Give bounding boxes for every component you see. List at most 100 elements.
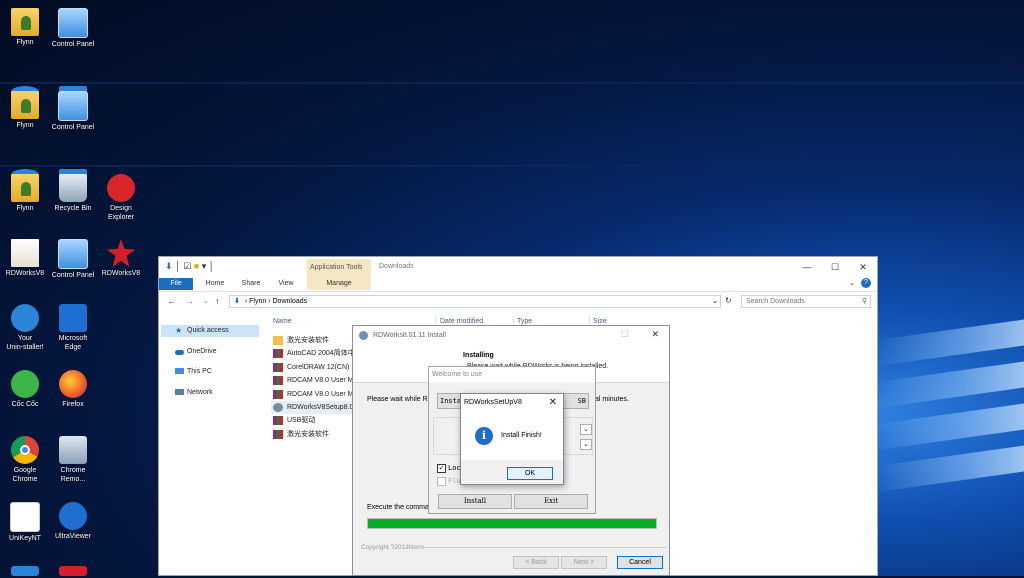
close-button[interactable]: ✕ [849, 259, 877, 275]
coc-coc-icon [11, 370, 39, 398]
breadcrumb-downloads[interactable]: Downloads [273, 298, 308, 305]
usb-option-button[interactable]: SB [561, 393, 589, 409]
address-dropdown-icon[interactable]: ⌄ [712, 296, 718, 307]
desktop-icon-control-panel[interactable]: Control Panel [48, 239, 98, 280]
setup-icon [273, 403, 283, 412]
ok-button[interactable]: OK [507, 467, 553, 480]
folder-icon: ■ [193, 261, 200, 271]
install-button[interactable]: Install [438, 494, 512, 509]
desktop-icon-flynn[interactable]: Flynn [0, 8, 50, 47]
wallpaper-beam [874, 361, 1024, 409]
flush-checkbox-label: Flu [448, 477, 461, 485]
user-folder-icon [11, 8, 39, 36]
chevron-right-icon: › [268, 298, 271, 305]
lock-checkbox-label: Loc [448, 464, 461, 472]
search-input[interactable]: Search Downloads ⚲ [741, 295, 871, 308]
nav-quick-access[interactable]: ★ Quick access [161, 325, 259, 337]
desktop-icon-chrome-remote[interactable]: Chrome Remo... [48, 436, 98, 484]
minimize-button[interactable]: — [793, 259, 821, 275]
help-icon[interactable]: ? [861, 278, 871, 288]
installer-body-text-end: al minutes. [595, 396, 629, 403]
desktop-icon-ultraviewer[interactable]: UltraViewer [48, 502, 98, 541]
column-header-type[interactable]: Type [517, 318, 532, 325]
forward-arrow-icon[interactable]: → [185, 296, 194, 306]
exit-button[interactable]: Exit [514, 494, 588, 509]
window-title: Downloads [379, 263, 414, 270]
unikey-icon [10, 502, 40, 532]
nav-network[interactable]: Network [173, 387, 213, 399]
up-arrow-icon[interactable]: ↑ [215, 296, 220, 306]
column-header-name[interactable]: Name [273, 318, 292, 325]
desktop-icon-edge[interactable]: Microsoft Edge [48, 304, 98, 352]
rdworks-star-icon [107, 239, 135, 267]
tab-share[interactable]: Share [237, 278, 265, 290]
cloud-icon [175, 350, 184, 355]
expand-ribbon-icon[interactable]: ⌄ [847, 278, 857, 290]
desktop-icon-control-panel[interactable]: Control Panel [48, 8, 98, 49]
computer-icon [175, 368, 184, 374]
wallpaper-beam [874, 445, 1024, 493]
desktop-icon-coc-coc[interactable]: Cốc Cốc [0, 370, 50, 409]
address-bar[interactable]: ⬇ › Flynn › Downloads ⌄ [229, 295, 721, 308]
quick-access-toolbar[interactable]: ⬇ │ ☑ ■ ▾ │ [165, 261, 214, 272]
desktop-icon-flynn[interactable]: Flynn [0, 91, 50, 130]
control-panel-icon [58, 91, 88, 121]
nav-this-pc[interactable]: This PC [173, 366, 212, 378]
lock-checkbox[interactable]: ✓ [437, 464, 446, 473]
messagebox-title: RDWorksSetUpV8 [464, 399, 522, 406]
desktop-icon-rdworks-app[interactable]: RDWorksV8 [96, 239, 146, 278]
firefox-icon [59, 370, 87, 398]
chevron-right-icon: › [244, 298, 248, 305]
desktop-icon-design-explorer[interactable]: Design Explorer [96, 174, 146, 222]
close-icon[interactable]: ✕ [549, 397, 557, 408]
desktop-icon-rdworks[interactable]: RDWorksV8 [0, 239, 50, 278]
welcome-title: Welcome to use [432, 371, 483, 378]
nav-onedrive[interactable]: OneDrive [173, 346, 217, 358]
navigation-pane: ★ Quick access OneDrive This PC Network [159, 313, 267, 577]
tab-file[interactable]: File [159, 278, 193, 290]
explorer-titlebar: ⬇ │ ☑ ■ ▾ │ Application Tools Downloads … [159, 257, 877, 289]
tab-home[interactable]: Home [201, 278, 229, 290]
dropdown-icon[interactable]: ⌄ [580, 439, 592, 450]
uninstaller-icon [11, 304, 39, 332]
user-folder-icon [11, 91, 39, 119]
dropdown-icon[interactable]: ⌄ [580, 424, 592, 435]
install-finish-messagebox: RDWorksSetUpV8 ✕ i Install Finish! OK [460, 393, 564, 485]
archive-icon [273, 363, 283, 372]
column-header-size[interactable]: Size [593, 318, 607, 325]
installer-body-text: Please wait while RD [367, 396, 433, 403]
column-header-date[interactable]: Date modified [440, 318, 483, 325]
tab-manage[interactable]: Manage [309, 278, 369, 290]
breadcrumb-flynn[interactable]: Flynn [249, 298, 266, 305]
desktop-icon-control-panel[interactable]: Control Panel [48, 91, 98, 132]
installer-title: RDWorks8.01.11 Install [373, 332, 446, 339]
messagebox-footer: OK [461, 460, 563, 484]
wallpaper-band [0, 82, 1024, 84]
desktop-icon-unikey[interactable]: UniKeyNT [0, 502, 50, 543]
back-arrow-icon[interactable]: ← [167, 296, 176, 306]
flush-checkbox[interactable] [437, 477, 446, 486]
desktop-icon-partial [0, 566, 50, 578]
desktop-icon-firefox[interactable]: Firefox [48, 370, 98, 409]
refresh-icon[interactable]: ↻ [725, 296, 732, 305]
desktop-icon-recycle-bin[interactable]: Recycle Bin [48, 174, 98, 213]
recent-dropdown-icon[interactable]: ⌄ [203, 297, 209, 305]
back-button[interactable]: < Back [513, 556, 559, 569]
desktop-icon-your-uninstaller[interactable]: Your Unin-staller! [0, 304, 50, 352]
desktop-icon-chrome[interactable]: Google Chrome [0, 436, 50, 484]
maximize-button[interactable]: ☐ [821, 259, 849, 275]
maximize-button[interactable]: ☐ [621, 329, 629, 340]
progress-fill [368, 519, 656, 528]
cancel-button[interactable]: Cancel [617, 556, 663, 569]
app-icon [59, 566, 87, 576]
info-icon: i [475, 427, 493, 445]
control-panel-icon [58, 8, 88, 38]
user-folder-icon [11, 174, 39, 202]
close-button[interactable]: ✕ [651, 329, 659, 340]
next-button[interactable]: Next > [561, 556, 607, 569]
desktop-icon-flynn[interactable]: Flynn [0, 174, 50, 213]
recycle-bin-icon [59, 174, 87, 202]
remote-desktop-icon [59, 436, 87, 464]
archive-icon [273, 430, 283, 439]
tab-view[interactable]: View [273, 278, 299, 290]
